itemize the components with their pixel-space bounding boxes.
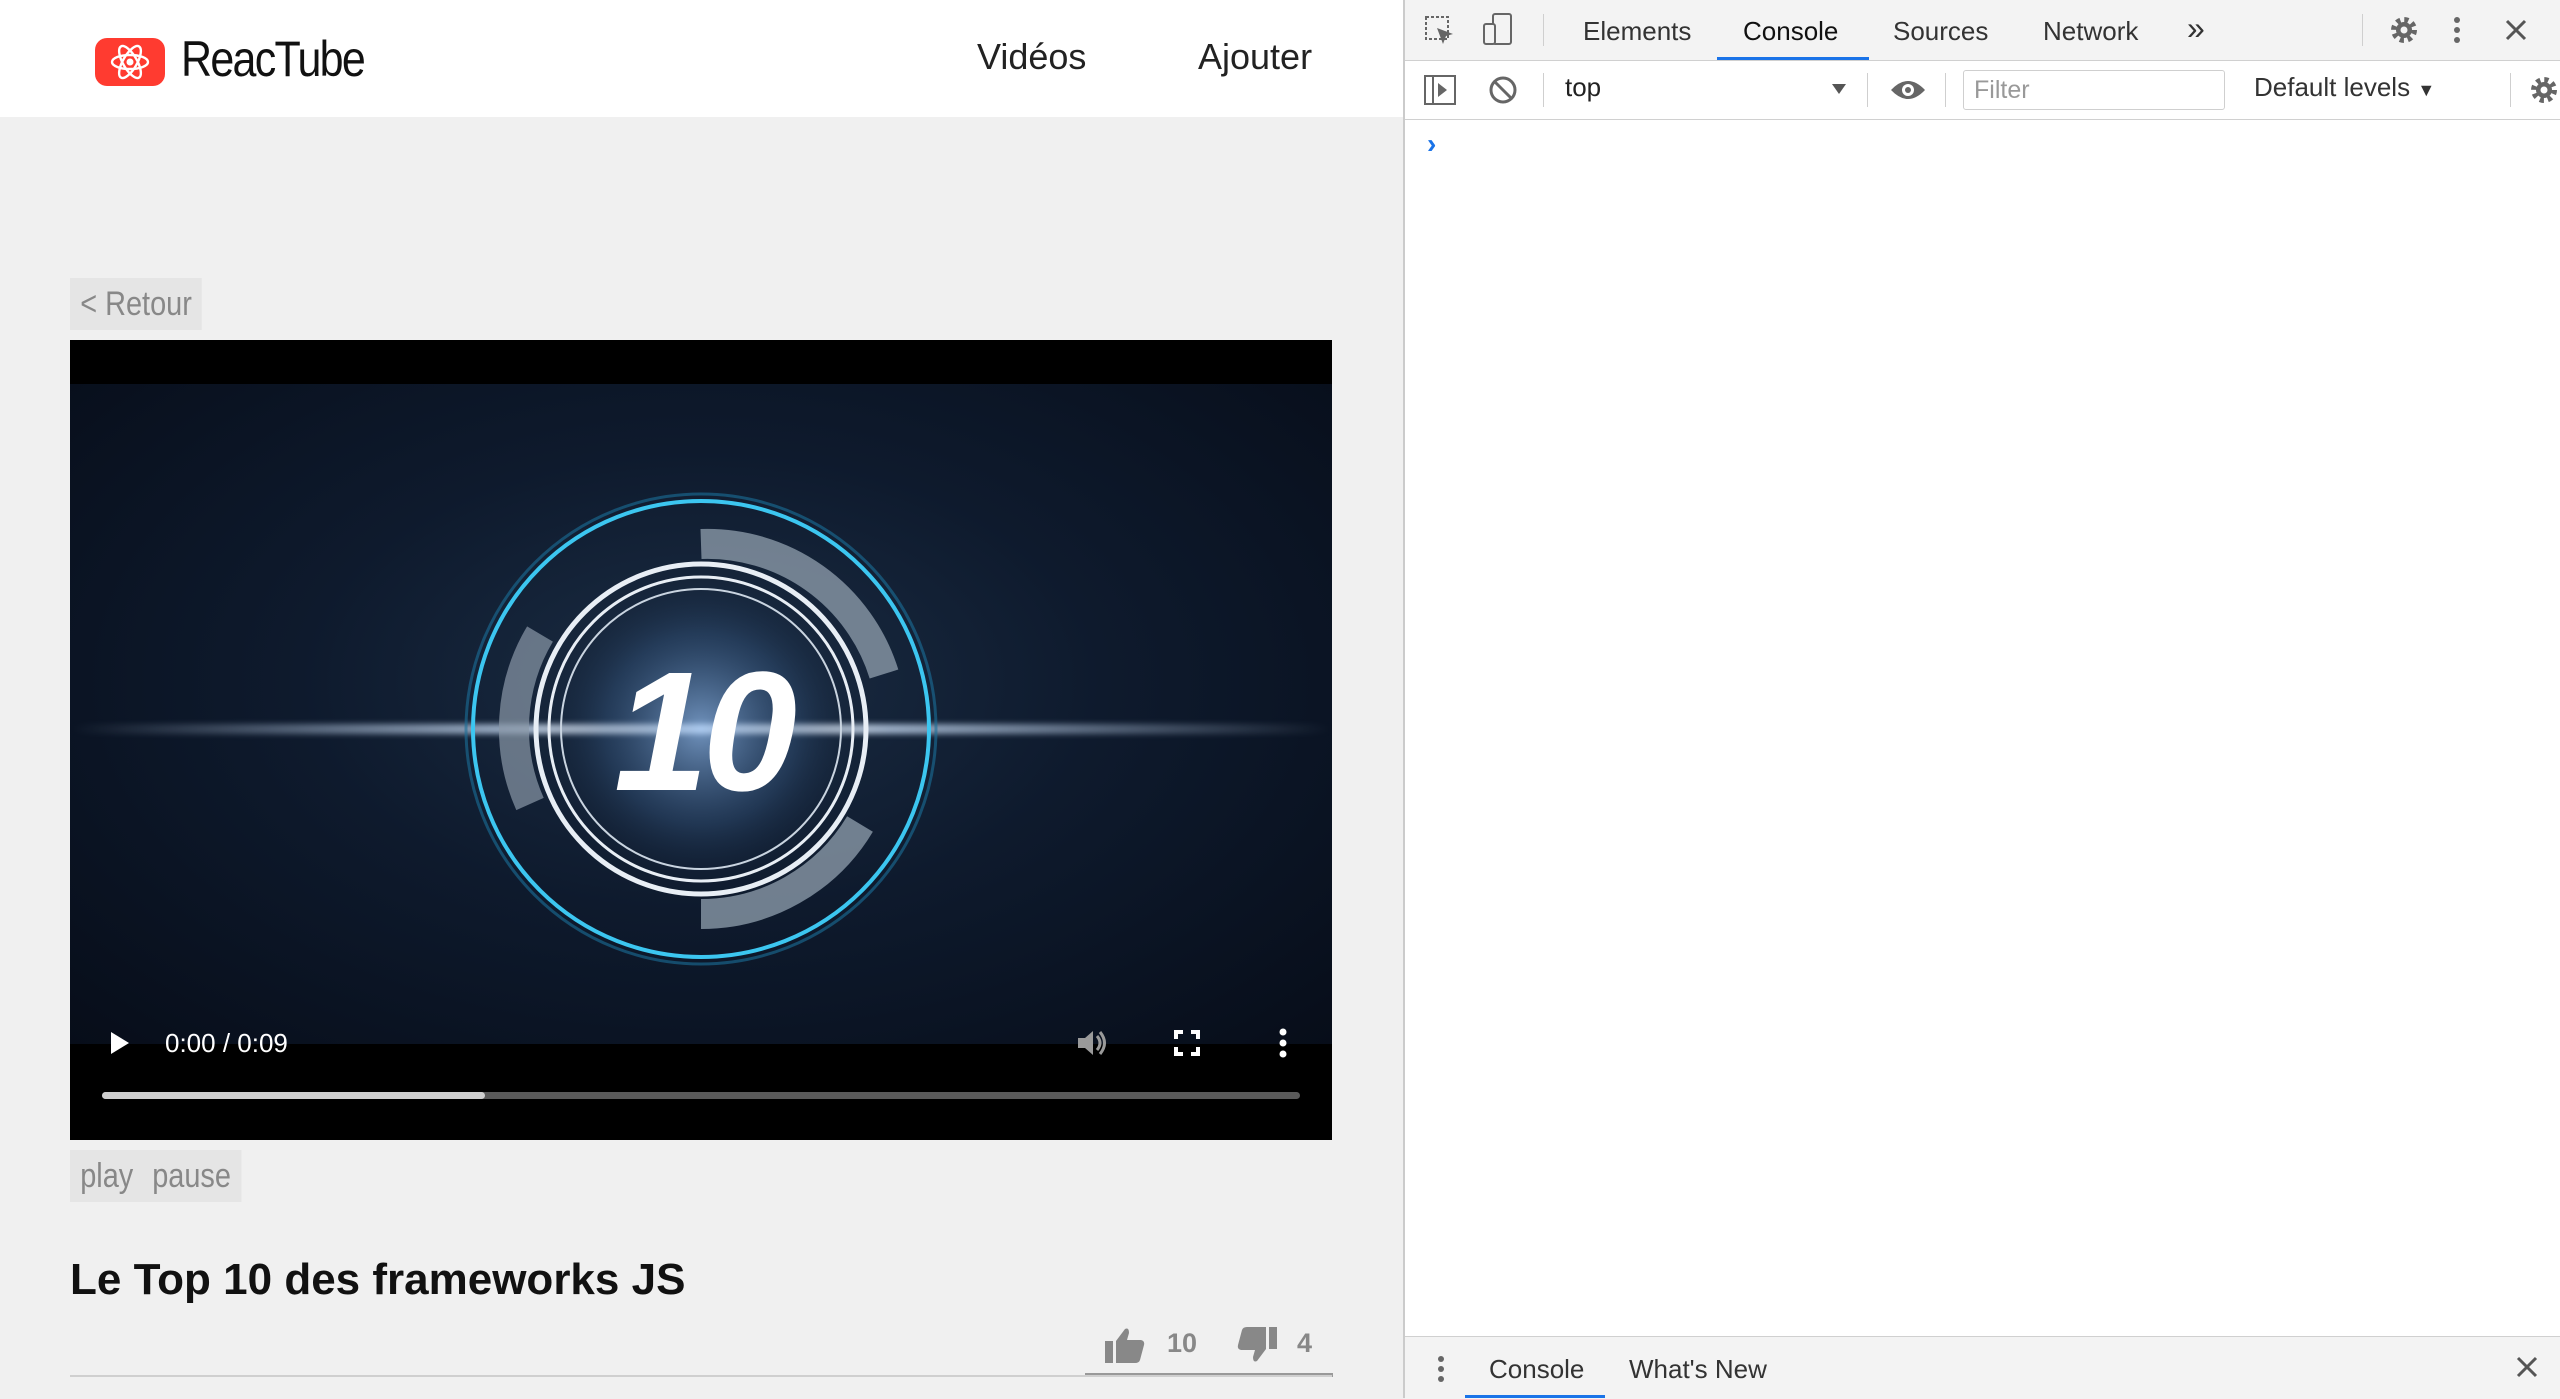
back-button[interactable]: < Retour (70, 278, 203, 330)
separator (2510, 73, 2511, 107)
pause-button[interactable]: pause (142, 1150, 242, 1202)
log-levels-dropdown[interactable]: Default levels ▼ (2254, 72, 2435, 103)
video-progress-fill (102, 1092, 486, 1099)
separator (2362, 14, 2363, 46)
video-frame: 10 (70, 384, 1332, 1044)
countdown-number: 10 (613, 637, 797, 827)
play-button[interactable]: play (70, 1150, 144, 1202)
devtools-panel: Elements Console Sources Network » top F… (1403, 0, 2560, 1399)
tab-sources[interactable]: Sources (1893, 16, 1988, 47)
tab-network[interactable]: Network (2043, 16, 2138, 47)
clear-console-icon[interactable] (1487, 74, 1519, 106)
brand-logo[interactable] (95, 38, 165, 86)
video-progress-bar[interactable] (102, 1092, 1300, 1099)
kebab-menu-icon[interactable] (2449, 13, 2465, 47)
react-atom-icon (110, 44, 150, 80)
nav-link-videos[interactable]: Vidéos (977, 36, 1086, 78)
filter-input[interactable] (1963, 70, 2225, 110)
thumbs-down-icon[interactable] (1235, 1325, 1279, 1365)
levels-dropdown-icon: ▼ (2417, 80, 2436, 100)
video-player[interactable]: 10 0:00 / 0:09 (70, 340, 1332, 1140)
log-levels-label: Default levels (2254, 72, 2411, 102)
likes-count: 10 (1167, 1328, 1198, 1358)
inspect-element-icon[interactable] (1423, 14, 1457, 48)
vote-bar: 10 4 (1085, 1315, 1333, 1377)
separator (1543, 14, 1544, 46)
web-app: ReacTube Vidéos Ajouter < Retour 10 0:00… (0, 0, 1403, 1398)
fullscreen-icon[interactable] (1164, 1020, 1210, 1066)
devtools-tab-bar: Elements Console Sources Network » (1405, 0, 2560, 61)
close-drawer-icon[interactable] (2513, 1353, 2541, 1381)
close-devtools-icon[interactable] (2501, 15, 2531, 45)
settings-gear-icon[interactable] (2387, 13, 2421, 47)
drawer-tab-console[interactable]: Console (1489, 1354, 1584, 1385)
tab-elements[interactable]: Elements (1583, 16, 1691, 47)
context-selector[interactable]: top (1565, 72, 1601, 103)
video-controls (70, 1000, 1332, 1140)
live-expression-eye-icon[interactable] (1888, 75, 1928, 105)
drawer-tab-whats-new[interactable]: What's New (1629, 1354, 1767, 1385)
nav-link-add[interactable]: Ajouter (1198, 36, 1312, 78)
context-dropdown-icon[interactable] (1829, 81, 1849, 97)
video-time: 0:00 / 0:09 (165, 1028, 288, 1058)
dislikes-count: 4 (1297, 1328, 1313, 1358)
separator (1945, 73, 1946, 107)
devtools-drawer: Console What's New (1405, 1336, 2560, 1399)
device-toolbar-icon[interactable] (1481, 12, 1515, 48)
divider (70, 1375, 1332, 1377)
separator (1867, 73, 1868, 107)
brand-name[interactable]: ReacTube (181, 30, 366, 88)
play-icon[interactable] (95, 1020, 141, 1066)
active-tab-indicator (1717, 57, 1869, 60)
console-settings-gear-icon[interactable] (2527, 73, 2560, 107)
more-tabs-icon[interactable]: » (2187, 10, 2205, 47)
console-prompt[interactable]: › (1427, 128, 1436, 160)
more-options-icon[interactable] (1260, 1020, 1306, 1066)
volume-icon[interactable] (1068, 1020, 1114, 1066)
show-sidebar-icon[interactable] (1423, 74, 1457, 106)
top-navbar: ReacTube Vidéos Ajouter (0, 0, 1403, 117)
tab-console[interactable]: Console (1743, 16, 1838, 47)
drawer-menu-icon[interactable] (1435, 1353, 1447, 1385)
separator (1543, 73, 1544, 107)
thumbs-up-icon[interactable] (1103, 1325, 1147, 1365)
video-title: Le Top 10 des frameworks JS (70, 1255, 686, 1304)
